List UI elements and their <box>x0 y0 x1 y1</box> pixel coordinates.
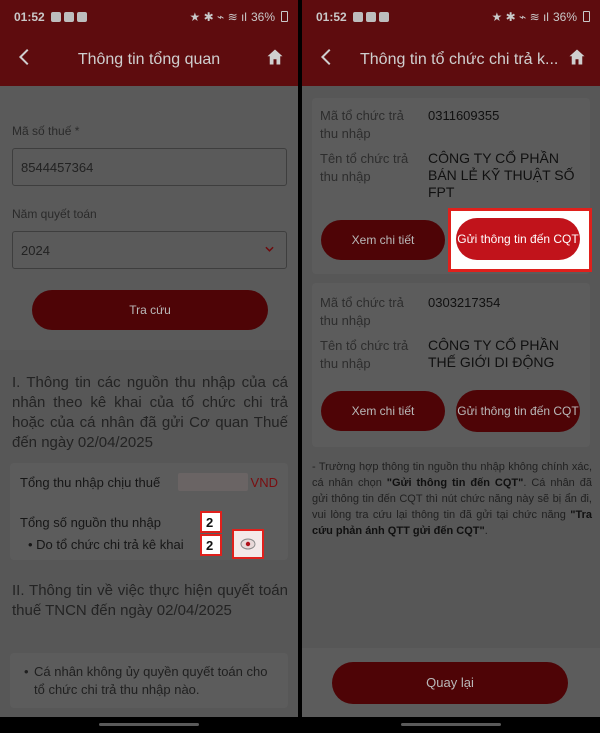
right-screen: 01:52 ★ ✱ ⌁ ≋ ıl 36% Thông tin tổ chức c… <box>302 0 600 733</box>
info-note: - Trường hợp thông tin nguồn thu nhập kh… <box>312 459 592 539</box>
masked-amount <box>178 473 248 491</box>
status-bar: 01:52 ★ ✱ ⌁ ≋ ıl 36% <box>0 0 298 33</box>
org-name-value: CÔNG TY CỔ PHẦN BÁN LẺ KỸ THUẬT SỐ FPT <box>428 150 575 200</box>
notification-icons <box>352 11 389 22</box>
section-1-title: I. Thông tin các nguồn thu nhập của cá n… <box>12 374 288 451</box>
info-text-bold: "Gửi thông tin đến CQT" <box>386 477 524 489</box>
back-arrow-icon[interactable] <box>14 46 36 68</box>
status-time: 01:52 <box>316 9 347 24</box>
search-form: Mã số thuế * 8544457364 Năm quyết toán 2… <box>0 86 298 350</box>
view-details-button[interactable] <box>232 529 264 559</box>
battery-level: 36% <box>552 9 577 24</box>
income-sources-label: Tổng số nguồn thu nhập <box>20 515 161 530</box>
app-header: Thông tin tổng quan <box>0 33 298 86</box>
battery-icon <box>583 11 590 22</box>
year-select[interactable]: 2024 <box>12 231 287 269</box>
signal-icon: ★ ✱ ⌁ ≋ ıl <box>189 9 247 24</box>
org-card: Mã tổ chức trả thu nhập 0303217354 Tên t… <box>312 283 590 447</box>
home-icon[interactable] <box>266 48 284 66</box>
currency-label: VND <box>250 475 278 490</box>
org-name-label: Tên tổ chức trả thu nhập <box>320 151 409 184</box>
view-detail-button[interactable]: Xem chi tiết <box>321 220 445 260</box>
year-label: Năm quyết toán <box>12 207 97 221</box>
app-header: Thông tin tổ chức chi trả k... <box>302 33 600 86</box>
back-button[interactable]: Quay lại <box>332 662 568 704</box>
chevron-down-icon <box>265 246 274 252</box>
notification-icons <box>50 11 87 22</box>
income-summary: Tổng thu nhập chịu thuế VND Tổng số nguồ… <box>10 463 288 560</box>
tax-code-input[interactable]: 8544457364 <box>12 148 287 186</box>
page-title: Thông tin tổ chức chi trả k... <box>360 50 559 68</box>
home-icon[interactable] <box>568 48 586 66</box>
left-screen: 01:52 ★ ✱ ⌁ ≋ ıl 36% Thông tin tổng quan… <box>0 0 298 733</box>
status-bar: 01:52 ★ ✱ ⌁ ≋ ıl 36% <box>302 0 600 33</box>
info-text-part: . <box>484 525 488 537</box>
income-sources-count: 2 <box>200 511 222 533</box>
system-status: ★ ✱ ⌁ ≋ ıl 36% <box>492 10 590 24</box>
org-name-label: Tên tổ chức trả thu nhập <box>320 338 409 371</box>
org-card: Mã tổ chức trả thu nhập 0311609355 Tên t… <box>312 98 592 274</box>
screenshot-composite: 01:52 ★ ✱ ⌁ ≋ ıl 36% Thông tin tổng quan… <box>0 0 600 733</box>
system-status: ★ ✱ ⌁ ≋ ıl 36% <box>190 10 288 24</box>
tax-code-label: Mã số thuế * <box>12 124 80 138</box>
org-declared-count: 2 <box>200 534 222 556</box>
org-name-value: CÔNG TY CỔ PHẦN THẾ GIỚI DI ĐỘNG <box>428 337 559 370</box>
send-to-tax-authority-button[interactable]: Gửi thông tin đến CQT <box>456 218 580 260</box>
taxable-income-label: Tổng thu nhập chịu thuế <box>20 475 161 490</box>
eye-icon <box>240 538 256 550</box>
search-button[interactable]: Tra cứu <box>32 290 268 330</box>
org-declared-label: • Do tổ chức chi trả kê khai <box>28 537 184 552</box>
authorization-note: Cá nhân không ủy quyền quyết toán cho tổ… <box>10 653 288 708</box>
org-code-label: Mã tổ chức trả thu nhập <box>320 295 404 328</box>
status-time: 01:52 <box>14 9 45 24</box>
signal-icon: ★ ✱ ⌁ ≋ ıl <box>491 9 549 24</box>
gesture-bar <box>0 717 298 733</box>
battery-level: 36% <box>250 9 275 24</box>
back-arrow-icon[interactable] <box>316 46 338 68</box>
page-title: Thông tin tổng quan <box>77 50 221 68</box>
bottom-action-bar: Quay lại <box>302 648 600 720</box>
battery-icon <box>281 11 288 22</box>
send-to-tax-authority-button[interactable]: Gửi thông tin đến CQT <box>456 390 580 432</box>
org-code-label: Mã tổ chức trả thu nhập <box>320 108 404 141</box>
year-value: 2024 <box>21 243 50 258</box>
org-code-value: 0303217354 <box>428 295 501 310</box>
view-detail-button[interactable]: Xem chi tiết <box>321 391 445 431</box>
gesture-bar <box>302 717 600 733</box>
org-code-value: 0311609355 <box>428 108 500 123</box>
section-2-title: II. Thông tin về việc thực hiện quyết to… <box>12 582 288 619</box>
